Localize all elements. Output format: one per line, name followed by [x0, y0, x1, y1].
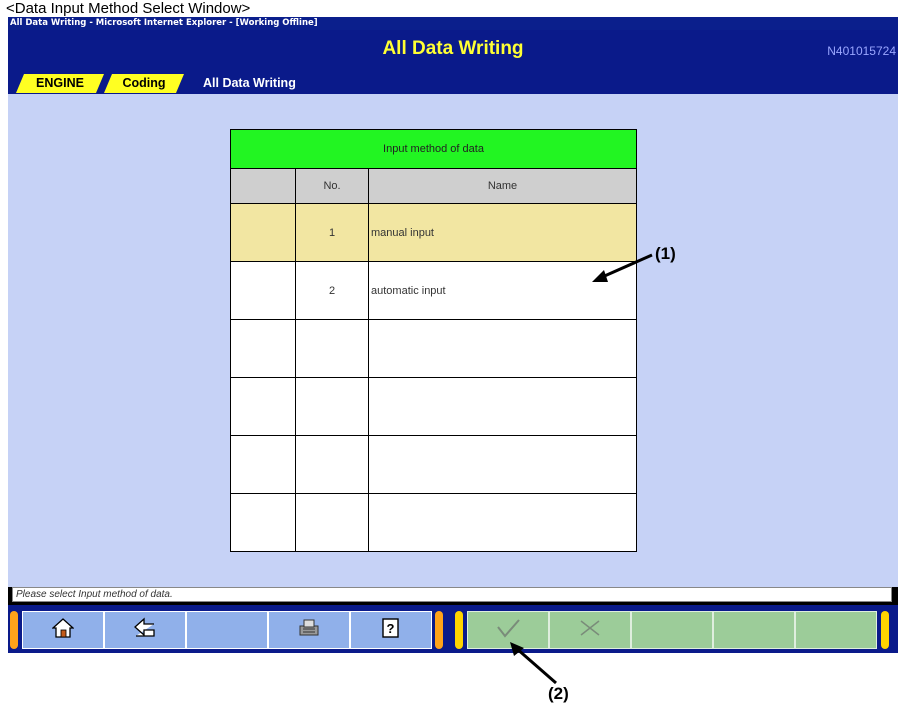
annotation-label-1: (1) [655, 244, 676, 263]
annotation-arrows [510, 253, 653, 685]
annotation-label-2: (2) [548, 684, 569, 703]
arrow-2 [510, 642, 557, 685]
arrow-1 [592, 253, 653, 282]
